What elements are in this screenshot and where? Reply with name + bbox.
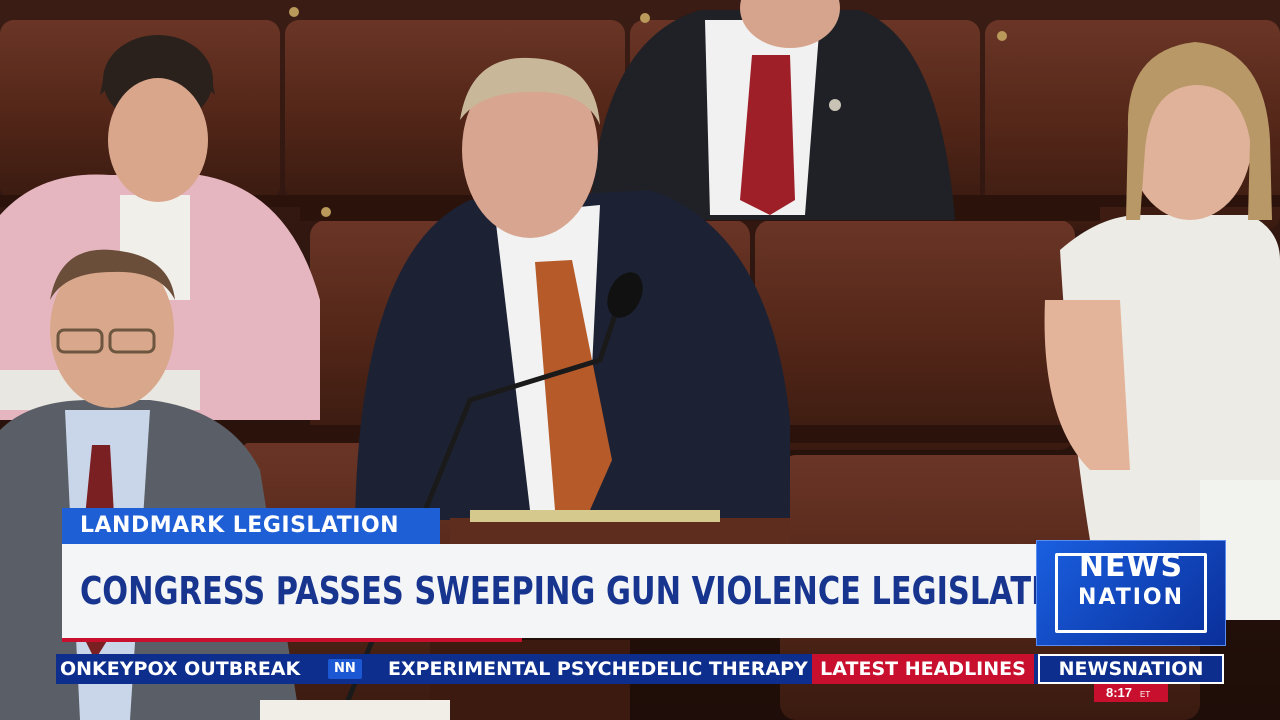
lower-third-label: LANDMARK LEGISLATION: [62, 508, 440, 544]
headline-text: CONGRESS PASSES SWEEPING GUN VIOLENCE LE…: [80, 569, 1094, 613]
ticker-item: ONKEYPOX OUTBREAK: [60, 658, 301, 680]
clock-timezone: ET: [1140, 690, 1151, 699]
ticker-separator-nn: NN: [328, 659, 362, 679]
ticker-item: EXPERIMENTAL PSYCHEDELIC THERAPY: [388, 658, 808, 680]
news-ticker: ONKEYPOX OUTBREAK NN EXPERIMENTAL PSYCHE…: [56, 654, 1224, 684]
clock-time: 8:17: [1106, 685, 1133, 700]
latest-headlines-badge: LATEST HEADLINES: [812, 654, 1034, 684]
broadcast-clock: 8:17 ET: [1094, 684, 1168, 702]
ticker-brand-newsnation: NEWSNATION: [1038, 654, 1224, 684]
logo-line-news: NEWS: [1078, 549, 1184, 584]
logo-line-nation: NATION: [1077, 585, 1185, 610]
lower-third-headline: CONGRESS PASSES SWEEPING GUN VIOLENCE LE…: [62, 544, 1094, 638]
headline-red-accent-line: [62, 638, 522, 642]
newsnation-logo: NEWS NATION: [1036, 540, 1226, 646]
